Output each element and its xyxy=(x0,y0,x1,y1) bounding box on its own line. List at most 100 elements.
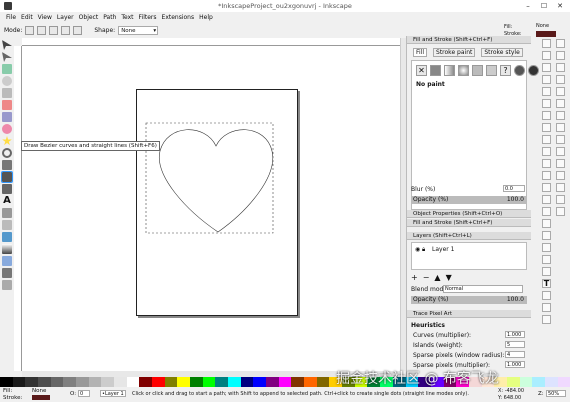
layer-select[interactable]: •Layer 1 xyxy=(100,390,126,397)
palette-swatch[interactable] xyxy=(557,377,570,387)
no-paint-icon[interactable]: ✕ xyxy=(416,65,427,76)
eraser-tool-icon[interactable] xyxy=(2,220,12,230)
mesh-gradient-icon[interactable] xyxy=(472,65,483,76)
shape-select[interactable]: None ▾ xyxy=(118,25,159,35)
palette-swatch[interactable] xyxy=(228,377,241,387)
palette-swatch[interactable] xyxy=(152,377,165,387)
layer-item-name[interactable]: Layer 1 xyxy=(432,246,454,253)
zoom-input[interactable]: 50% xyxy=(546,390,566,397)
palette-swatch[interactable] xyxy=(38,377,51,387)
palette-swatch[interactable] xyxy=(76,377,89,387)
undo-icon[interactable] xyxy=(542,111,551,120)
snap-rotation-center-icon[interactable] xyxy=(556,171,565,180)
layer-opacity-slider[interactable]: Opacity (%) 100.0 xyxy=(411,296,527,304)
trace-pixel-art-header[interactable]: Trace Pixel Art xyxy=(407,310,531,318)
pen-tool-icon[interactable] xyxy=(1,171,13,183)
palette-swatch[interactable] xyxy=(139,377,153,387)
sparse-radius-input[interactable]: 4 xyxy=(505,351,525,358)
mode-paraxial-button[interactable] xyxy=(73,25,83,35)
palette-swatch[interactable] xyxy=(240,377,254,387)
minimize-button[interactable]: – xyxy=(520,1,536,11)
3d-box-tool-icon[interactable] xyxy=(2,112,12,122)
palette-swatch[interactable] xyxy=(202,377,216,387)
selector-tool-icon[interactable] xyxy=(2,40,12,50)
redo-icon[interactable] xyxy=(542,123,551,132)
palette-swatch[interactable] xyxy=(88,377,102,387)
ellipse-tool-icon[interactable] xyxy=(2,124,12,134)
snap-center-icon[interactable] xyxy=(556,159,565,168)
tab-stroke-paint[interactable]: Stroke paint xyxy=(433,48,476,57)
palette-swatch[interactable] xyxy=(215,377,229,387)
fill-rule-evenodd-icon[interactable] xyxy=(514,65,525,76)
mode-spiro-button[interactable] xyxy=(37,25,47,35)
open-icon[interactable] xyxy=(542,51,551,60)
pattern-icon[interactable] xyxy=(486,65,497,76)
close-button[interactable]: ✕ xyxy=(552,1,568,11)
palette-swatch[interactable] xyxy=(532,377,545,387)
palette-swatch[interactable] xyxy=(177,377,191,387)
gradient-tool-icon[interactable] xyxy=(2,244,12,254)
cut-icon[interactable] xyxy=(542,147,551,156)
menu-path[interactable]: Path xyxy=(103,14,116,21)
blur-input[interactable]: 0.0 xyxy=(503,185,525,192)
snap-toggle-icon[interactable] xyxy=(556,39,565,48)
menu-layer[interactable]: Layer xyxy=(57,14,74,21)
measure-tool-icon[interactable] xyxy=(2,88,12,98)
menu-help[interactable]: Help xyxy=(199,14,213,21)
islands-input[interactable]: 5 xyxy=(505,341,525,348)
sparse-multiplier-input[interactable]: 1.000 xyxy=(505,361,525,368)
fill-stroke-collapsed-header[interactable]: Fill and Stroke (Shift+Ctrl+F) xyxy=(407,219,531,227)
spray-tool-icon[interactable] xyxy=(2,208,12,218)
palette-swatch[interactable] xyxy=(291,377,305,387)
fill-rule-nonzero-icon[interactable] xyxy=(528,65,539,76)
raise-layer-icon[interactable]: ▲ xyxy=(434,273,440,282)
save-icon[interactable] xyxy=(542,63,551,72)
palette-swatch[interactable] xyxy=(126,377,140,387)
snap-midpoint-icon[interactable] xyxy=(556,147,565,156)
palette-swatch[interactable] xyxy=(164,377,178,387)
mode-bezier-button[interactable] xyxy=(25,25,35,35)
snap-intersection-icon[interactable] xyxy=(556,111,565,120)
canvas[interactable] xyxy=(22,46,400,371)
group-icon[interactable] xyxy=(542,243,551,252)
linear-gradient-icon[interactable] xyxy=(444,65,455,76)
status-opacity-input[interactable]: 0 xyxy=(78,390,90,397)
clone-icon[interactable] xyxy=(542,219,551,228)
palette-swatch[interactable] xyxy=(190,377,203,387)
duplicate-icon[interactable] xyxy=(542,207,551,216)
paste-icon[interactable] xyxy=(542,159,551,168)
heart-path[interactable] xyxy=(159,129,274,233)
fill-stroke-dialog-icon[interactable] xyxy=(542,267,551,276)
palette-swatch[interactable] xyxy=(278,377,292,387)
layers-dialog-icon[interactable] xyxy=(542,291,551,300)
palette-swatch[interactable] xyxy=(0,377,13,387)
palette-swatch[interactable] xyxy=(12,377,26,387)
zoom-drawing-icon[interactable] xyxy=(542,183,551,192)
menu-text[interactable]: Text xyxy=(121,14,133,21)
palette-swatch[interactable] xyxy=(316,377,330,387)
flat-color-icon[interactable] xyxy=(430,65,441,76)
import-icon[interactable] xyxy=(542,87,551,96)
calligraphy-tool-icon[interactable] xyxy=(2,184,12,194)
object-properties-panel-header[interactable]: Object Properties (Shift+Ctrl+O) xyxy=(407,210,531,218)
pencil-tool-icon[interactable] xyxy=(2,160,12,170)
maximize-button[interactable]: ☐ xyxy=(536,1,552,11)
snap-smooth-icon[interactable] xyxy=(556,135,565,144)
menu-file[interactable]: File xyxy=(6,14,16,21)
palette-swatch[interactable] xyxy=(114,377,127,387)
snap-page-icon[interactable] xyxy=(556,183,565,192)
zoom-tool-icon[interactable] xyxy=(2,76,12,86)
palette-swatch[interactable] xyxy=(304,377,317,387)
rectangle-tool-icon[interactable] xyxy=(2,100,12,110)
connector-tool-icon[interactable] xyxy=(2,280,12,290)
palette-swatch[interactable] xyxy=(253,377,267,387)
tab-stroke-style[interactable]: Stroke style xyxy=(481,48,523,57)
remove-layer-icon[interactable]: − xyxy=(423,273,430,282)
xml-editor-icon[interactable] xyxy=(542,303,551,312)
curves-input[interactable]: 1.000 xyxy=(505,331,525,338)
radial-gradient-icon[interactable] xyxy=(458,65,469,76)
spiral-tool-icon[interactable] xyxy=(2,148,12,158)
mode-straight-button[interactable] xyxy=(61,25,71,35)
tab-fill[interactable]: Fill xyxy=(413,48,428,57)
ungroup-icon[interactable] xyxy=(542,255,551,264)
